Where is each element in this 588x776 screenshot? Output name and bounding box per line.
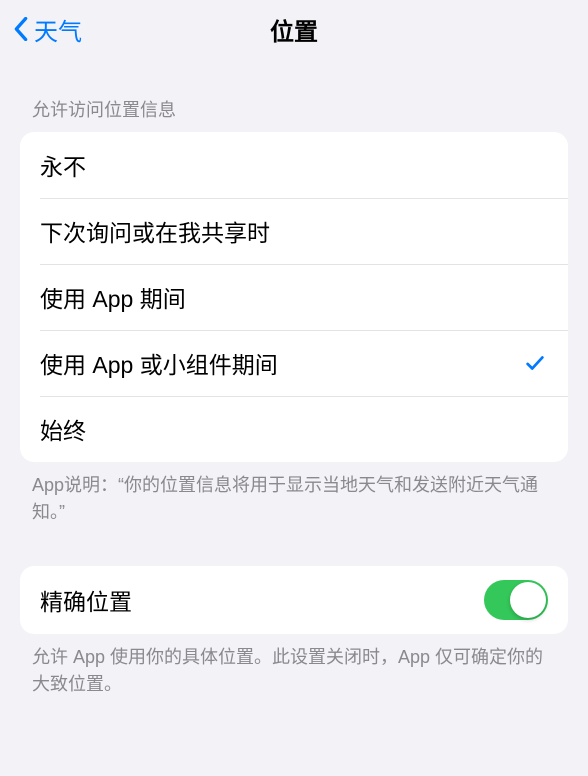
precise-location-label: 精确位置 <box>40 583 132 617</box>
option-label: 永不 <box>40 148 86 182</box>
chevron-left-icon <box>12 15 30 43</box>
option-while-using-app[interactable]: 使用 App 期间 <box>20 264 568 330</box>
page-title: 位置 <box>270 12 318 47</box>
section-footer-precise-location: 允许 App 使用你的具体位置。此设置关闭时，App 仅可确定你的大致位置。 <box>20 634 568 698</box>
section-header-location-access: 允许访问位置信息 <box>20 58 568 132</box>
location-access-group: 永不 下次询问或在我共享时 使用 App 期间 使用 App 或小组件期间 始终 <box>20 132 568 462</box>
navigation-bar: 天气 位置 <box>0 0 588 58</box>
precise-location-group: 精确位置 <box>20 566 568 634</box>
precise-location-row: 精确位置 <box>20 566 568 634</box>
option-label: 下次询问或在我共享时 <box>40 214 270 248</box>
option-always[interactable]: 始终 <box>20 396 568 462</box>
section-footer-app-explanation: App说明：“你的位置信息将用于显示当地天气和发送附近天气通知。” <box>20 462 568 526</box>
option-while-using-app-or-widgets[interactable]: 使用 App 或小组件期间 <box>20 330 568 396</box>
checkmark-icon <box>522 350 548 376</box>
precise-location-toggle[interactable] <box>484 580 548 620</box>
option-label: 使用 App 或小组件期间 <box>40 346 278 380</box>
switch-knob <box>510 582 546 618</box>
option-label: 使用 App 期间 <box>40 280 186 314</box>
back-button[interactable]: 天气 <box>12 12 82 47</box>
option-label: 始终 <box>40 412 86 446</box>
option-ask-next-time[interactable]: 下次询问或在我共享时 <box>20 198 568 264</box>
option-never[interactable]: 永不 <box>20 132 568 198</box>
back-label: 天气 <box>34 12 82 47</box>
